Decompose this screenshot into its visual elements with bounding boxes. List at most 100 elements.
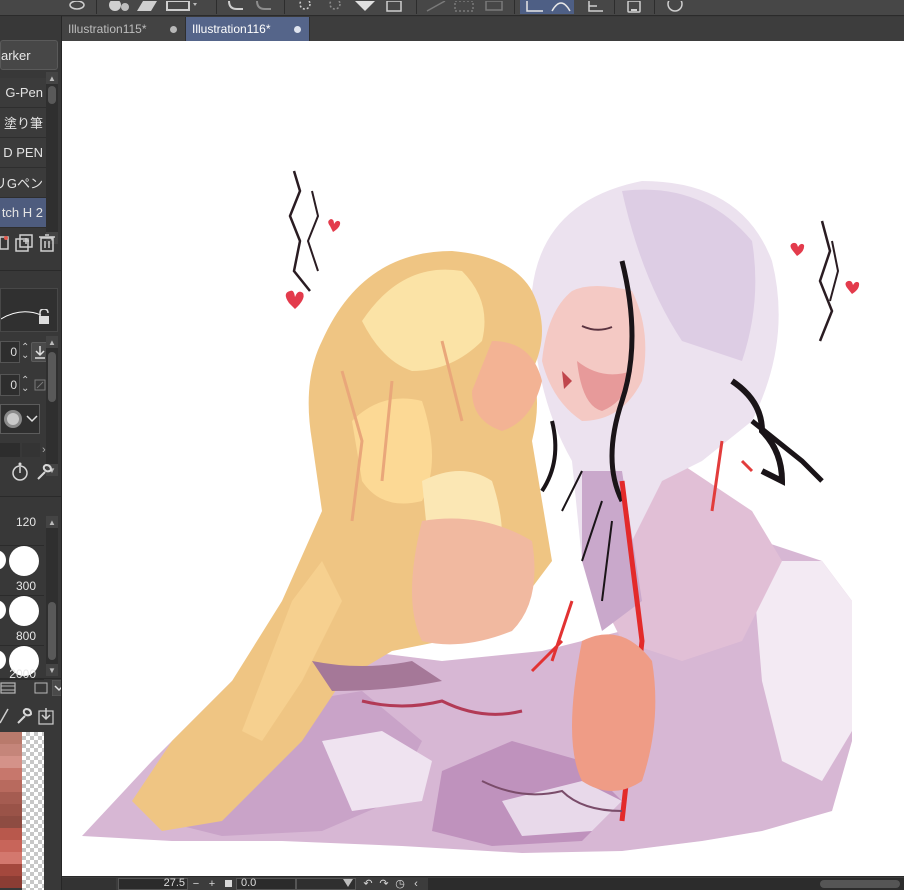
heart-icon[interactable] [352, 0, 378, 14]
fill-icon[interactable] [322, 0, 348, 14]
lock-icon[interactable] [37, 308, 51, 328]
drawing-canvas[interactable] [62, 41, 904, 876]
brush-label: G-Pen [5, 85, 43, 100]
snap-special-ruler-icon[interactable] [548, 0, 574, 14]
color-swatch[interactable] [0, 852, 22, 864]
size-cell-300[interactable]: 300 [0, 546, 44, 596]
size-cell-2000[interactable]: 2000 [0, 646, 44, 681]
wrench-icon[interactable] [34, 462, 54, 482]
brush-dot [0, 550, 6, 570]
zoom-value: 27.5 [163, 877, 185, 889]
scroll-up-icon[interactable]: ▲ [46, 336, 58, 348]
rotate-right-icon[interactable]: ↷ [376, 878, 392, 890]
transparent-swatch-column[interactable] [22, 732, 44, 890]
flip-horizontal-icon[interactable]: ‹ [408, 878, 424, 890]
scroll-up-icon[interactable]: ▲ [46, 72, 58, 84]
sub-tool-group-tab[interactable]: arker [0, 40, 58, 70]
open-file-icon[interactable] [134, 0, 160, 14]
zoom-out-button[interactable]: − [188, 878, 204, 890]
zoom-field[interactable]: 27.5 [118, 877, 188, 890]
close-tab-icon[interactable] [294, 25, 301, 33]
film-icon[interactable] [0, 681, 18, 695]
brush-size-value: 0 [10, 345, 17, 359]
wrench-icon[interactable] [14, 706, 34, 726]
clear-icon[interactable] [292, 0, 318, 14]
close-tab-icon[interactable] [170, 25, 177, 33]
scroll-down-icon[interactable]: ▼ [46, 664, 58, 676]
selection-mode-icon[interactable] [452, 0, 476, 14]
smartphone-icon[interactable] [622, 0, 646, 14]
scroll-up-icon[interactable]: ▲ [46, 516, 58, 528]
dial-icon[interactable] [10, 462, 30, 482]
undo-icon[interactable] [224, 0, 248, 14]
new-canvas-icon[interactable] [104, 0, 132, 14]
brush-label: tch H 2 [1, 205, 43, 220]
size-cell-120[interactable]: 120 [0, 515, 44, 546]
brush-item-sketch-h2[interactable]: tch H 2 [0, 198, 46, 228]
scroll-thumb[interactable] [48, 602, 56, 660]
reset-rotation-icon[interactable]: ◷ [392, 878, 408, 890]
zoom-in-button[interactable]: + [204, 878, 220, 890]
color-swatch[interactable] [0, 816, 22, 828]
import-color-icon[interactable] [38, 707, 54, 725]
delete-sub-tool-icon[interactable] [38, 234, 56, 252]
dropdown-icon[interactable] [52, 680, 61, 696]
brush-item-d-pen[interactable]: D PEN [0, 138, 46, 168]
duplicate-sub-tool-icon[interactable] [14, 234, 34, 252]
brush-dot [9, 596, 39, 626]
save-icon[interactable] [164, 0, 200, 14]
color-swatch[interactable] [0, 828, 22, 840]
color-set-header [0, 680, 61, 696]
next-icon[interactable]: › [42, 444, 46, 456]
brush-item-g-pen-jp[interactable]: リGペン [0, 168, 46, 198]
selection-clear-icon[interactable] [482, 0, 506, 14]
size-label: 120 [15, 515, 36, 529]
status-scroll-thumb[interactable] [820, 879, 900, 888]
color-swatch[interactable] [0, 876, 22, 888]
document-tab-bar: Illustration115* Illustration116* [62, 17, 904, 41]
sub-tool-palette: arker G-Pen 塗り筆 D PEN リGペン tch H 2 ▲ ▼ 0 [0, 16, 62, 890]
spin-arrows-icon[interactable]: ⌃ ⌄ [21, 343, 29, 361]
color-swatch[interactable] [0, 780, 22, 792]
rotate-left-icon[interactable]: ↶ [360, 878, 376, 890]
color-swatch[interactable] [0, 864, 22, 876]
size-cell-800[interactable]: 800 [0, 596, 44, 646]
color-swatch[interactable] [0, 804, 22, 816]
scroll-thumb[interactable] [48, 352, 56, 402]
scroll-thumb[interactable] [48, 86, 56, 104]
tab-illustration115[interactable]: Illustration115* [62, 17, 186, 41]
color-swatch[interactable] [0, 792, 22, 804]
transform-icon[interactable] [382, 0, 408, 14]
edit-color-icon[interactable] [0, 707, 10, 725]
color-set-menu-icon[interactable] [34, 681, 48, 695]
layer-icon[interactable] [66, 0, 88, 14]
rotation-slider[interactable] [296, 877, 356, 890]
redo-icon[interactable] [252, 0, 276, 14]
snap-ruler-icon[interactable] [520, 0, 548, 14]
color-swatch-list [0, 732, 22, 888]
sub-tool-settings-icon[interactable] [0, 235, 10, 251]
selection-off-icon[interactable] [424, 0, 448, 14]
brush-size-scrollbar[interactable]: ▲ ▼ [46, 516, 58, 676]
opacity-field[interactable]: 0 [0, 374, 20, 396]
navigator-spacer [62, 877, 116, 890]
brush-list-scrollbar[interactable]: ▲ ▼ [46, 72, 58, 244]
brush-item-paint-brush[interactable]: 塗り筆 [0, 108, 46, 138]
tab-illustration116[interactable]: Illustration116* [186, 17, 310, 41]
zoom-in-label: + [208, 877, 216, 890]
brush-tip-select[interactable] [0, 404, 40, 434]
color-swatch[interactable] [0, 840, 22, 852]
brush-size-palette: 120 300 800 2000 [0, 515, 44, 681]
spin-arrows-icon[interactable]: ⌃ ⌄ [21, 376, 29, 394]
snap-grid-icon[interactable] [582, 0, 608, 14]
zoom-slider-handle[interactable] [220, 878, 236, 890]
chat-icon[interactable] [662, 0, 688, 14]
color-swatch[interactable] [0, 768, 22, 780]
color-swatch[interactable] [0, 744, 22, 756]
rotation-field[interactable]: 0.0 [236, 877, 296, 890]
color-swatch[interactable] [0, 732, 22, 744]
color-swatch[interactable] [0, 756, 22, 768]
brush-item-g-pen[interactable]: G-Pen [0, 78, 46, 108]
brush-size-field[interactable]: 0 [0, 341, 20, 363]
status-scroll-track[interactable] [428, 877, 904, 890]
